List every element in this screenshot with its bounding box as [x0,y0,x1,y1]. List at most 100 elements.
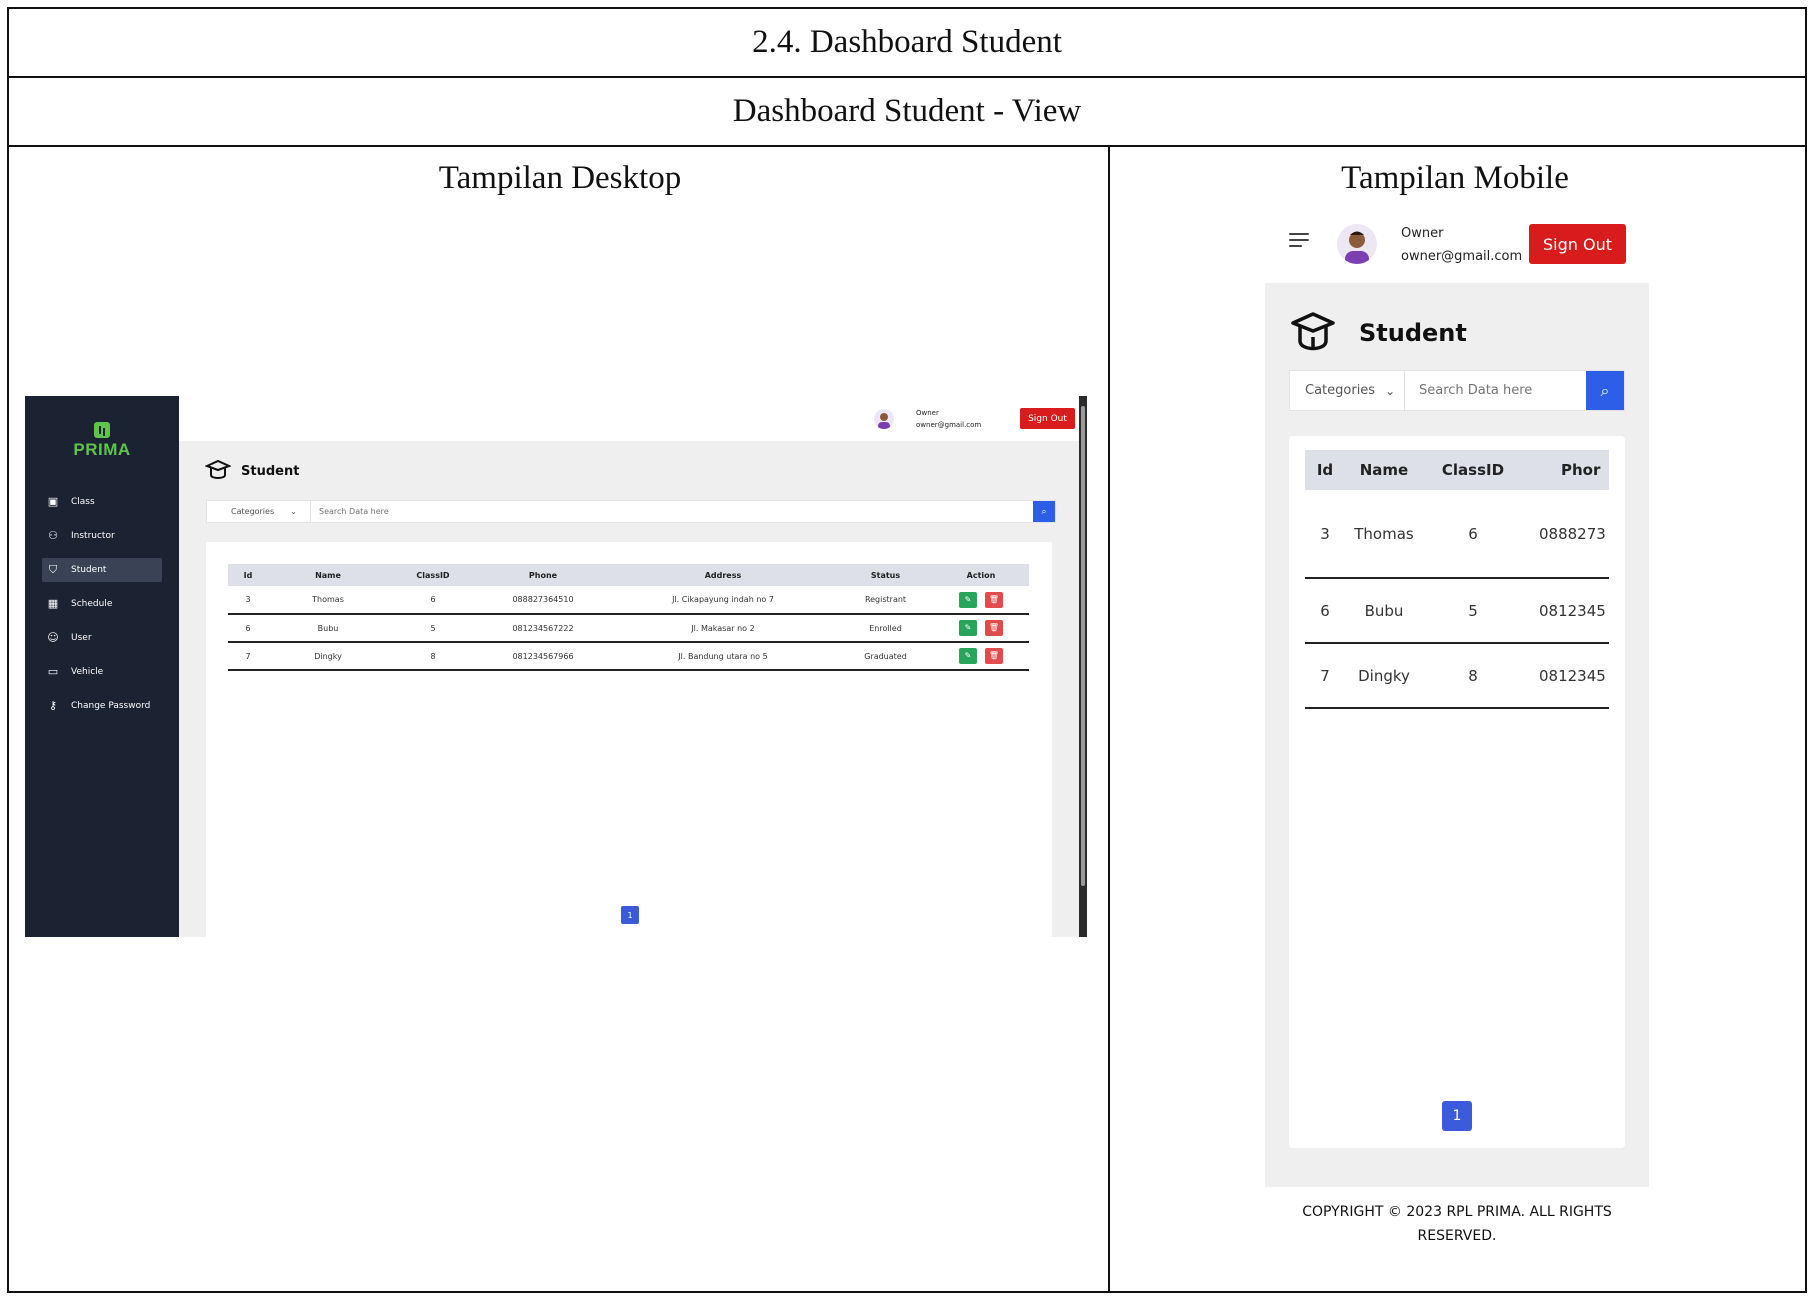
table-row: 7 Dingky 8 081234567966 Jl. Bandung utar… [228,642,1029,671]
category-select[interactable]: Categories ⌄ [1290,371,1405,410]
calendar-icon: ▦ [47,597,59,610]
sidebar-item-instructor[interactable]: ⚇ Instructor [42,524,162,548]
student-table: Id Name ClassID Phone Address Status Act… [228,564,1029,671]
cell-class-id: 6 [388,586,478,615]
sidebar-item-student[interactable]: ⛉ Student [42,558,162,582]
column-header[interactable]: Id [1305,450,1345,490]
edit-icon[interactable]: ✎ [959,648,977,664]
page-header: Student [1289,309,1467,357]
cell-status: Enrolled [838,614,933,643]
student-cap-icon [1291,312,1335,351]
cell-class-id: 6 [1423,490,1523,579]
column-header[interactable]: Status [838,564,933,586]
column-header[interactable]: Phone [478,564,608,586]
pagination-page-button[interactable]: 1 [621,906,639,924]
edit-icon[interactable]: ✎ [959,620,977,636]
column-header[interactable]: Action [933,564,1029,586]
cell-name: Bubu [268,614,388,643]
trash-icon[interactable]: 🗑 [985,620,1003,636]
mobile-screenshot: Student Categories ⌄ ⌕ Id Name ClassID Ph… [1265,283,1649,1187]
cell-address: Jl. Bandung utara no 5 [608,642,838,671]
logo-icon [94,422,110,438]
table-scroll-area[interactable]: Id Name ClassID Phor 3 Thomas 6 0888273 … [1305,450,1609,709]
search-button[interactable]: ⌕ [1033,501,1055,522]
hamburger-menu-icon[interactable] [1289,233,1311,249]
cell-phone: 088827364510 [478,586,608,615]
cell-id: 6 [1305,578,1345,644]
column-header[interactable]: Phor [1523,450,1609,490]
cell-address: Jl. Cikapayung indah no 7 [608,586,838,615]
scrollbar[interactable] [1079,396,1087,937]
table-header-row: Id Name ClassID Phor [1305,450,1609,490]
column-divider [1108,147,1110,1293]
sign-out-button[interactable]: Sign Out [1020,408,1075,429]
sign-out-button[interactable]: Sign Out [1529,224,1626,264]
cell-class-id: 5 [1423,578,1523,644]
table-row: 6 Bubu 5 0812345 [1305,578,1609,644]
column-header[interactable]: Id [228,564,268,586]
category-label: Categories [231,507,275,516]
cell-action: ✎ 🗑 [933,642,1029,671]
key-icon: ⚷ [48,699,58,712]
desktop-heading: Tampilan Desktop [438,160,682,196]
sidebar-item-label: Instructor [71,531,115,541]
trash-icon[interactable]: 🗑 [985,591,1003,608]
sidebar-item-schedule[interactable]: ▦ Schedule [42,592,162,616]
user-icon: ☺ [47,631,59,644]
chevron-down-icon: ⌄ [1385,383,1396,398]
cell-name: Thomas [268,586,388,615]
user-info: Owner owner@gmail.com [916,407,981,431]
cell-id: 7 [1305,643,1345,709]
cell-class-id: 8 [1423,643,1523,709]
column-header[interactable]: ClassID [388,564,478,586]
cell-status: Registrant [838,586,933,615]
table-card: Id Name ClassID Phor 3 Thomas 6 0888273 … [1289,436,1625,1148]
cell-name: Thomas [1345,490,1423,579]
table-card: Id Name ClassID Phone Address Status Act… [206,542,1052,937]
search-button[interactable]: ⌕ [1586,371,1624,410]
search-icon: ⌕ [1041,506,1047,517]
cell-address: Jl. Makasar no 2 [608,614,838,643]
sidebar-item-label: Change Password [71,701,151,711]
cell-class-id: 5 [388,614,478,643]
search-input[interactable] [311,501,1033,522]
pagination-page-button[interactable]: 1 [1442,1101,1472,1131]
user-info: Owner owner@gmail.com [1401,222,1522,268]
avatar[interactable] [1337,224,1377,264]
document-title: 2.4. Dashboard Student [9,9,1805,78]
sidebar-item-label: Student [71,565,107,575]
brand-logo[interactable]: PRIMA [25,422,179,460]
search-input[interactable] [1405,371,1586,410]
top-bar: Owner owner@gmail.com Sign Out [179,396,1087,441]
column-header[interactable]: ClassID [1423,450,1523,490]
table-row: 3 Thomas 6 088827364510 Jl. Cikapayung i… [228,586,1029,615]
sidebar-item-vehicle[interactable]: ▭ Vehicle [42,660,162,684]
sidebar-item-change-password[interactable]: ⚷ Change Password [42,694,162,718]
car-icon: ▭ [47,665,59,678]
column-header[interactable]: Address [608,564,838,586]
mobile-heading: Tampilan Mobile [1341,160,1569,196]
sidebar-item-class[interactable]: ▣ Class [42,490,162,514]
avatar[interactable] [874,409,894,429]
category-select[interactable]: Categories ⌄ [207,501,311,522]
cell-name: Bubu [1345,578,1423,644]
column-header[interactable]: Name [1345,450,1423,490]
trash-icon[interactable]: 🗑 [985,648,1003,664]
sidebar-item-label: Class [71,497,95,507]
cell-phone: 0812345 [1523,643,1609,709]
cell-id: 6 [228,614,268,643]
cell-id: 7 [228,642,268,671]
user-name: Owner [1401,226,1444,241]
table-row: 6 Bubu 5 081234567222 Jl. Makasar no 2 E… [228,614,1029,643]
table-row: 7 Dingky 8 0812345 [1305,643,1609,709]
instructor-icon: ⚇ [48,529,58,542]
sidebar-item-label: Vehicle [71,667,104,677]
user-email: owner@gmail.com [916,421,982,429]
search-bar: Categories ⌄ ⌕ [206,500,1056,523]
column-header[interactable]: Name [268,564,388,586]
edit-icon[interactable]: ✎ [959,591,977,608]
cell-name: Dingky [1345,643,1423,709]
student-cap-icon: ⛉ [48,563,58,576]
sidebar-item-user[interactable]: ☺ User [42,626,162,650]
cell-phone: 081234567966 [478,642,608,671]
